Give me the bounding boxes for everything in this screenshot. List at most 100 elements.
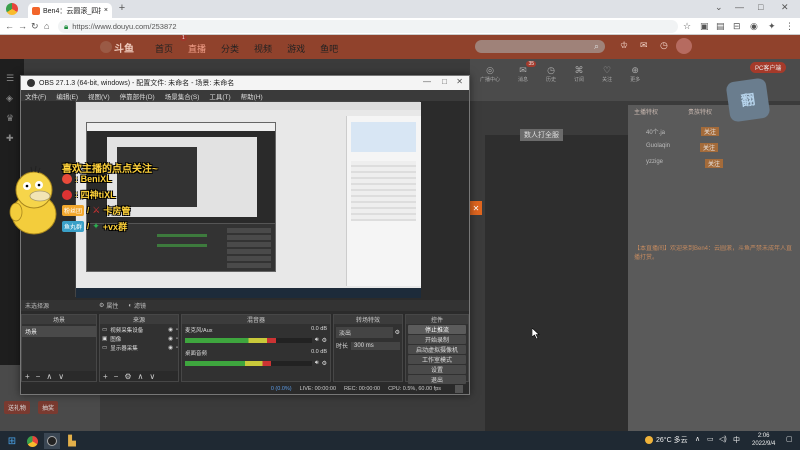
- folder-taskbar-icon[interactable]: ▙: [64, 433, 80, 449]
- extensions-icon[interactable]: ▣: [700, 21, 709, 32]
- pc-client-button[interactable]: PC客户端: [750, 62, 787, 73]
- sidebar-icon-1[interactable]: ☰: [6, 73, 14, 84]
- remove-source-icon[interactable]: −: [114, 372, 119, 381]
- source-item[interactable]: ▣ 图像 ◉ ▫: [100, 335, 178, 343]
- source-settings-icon[interactable]: ⚙: [124, 372, 131, 381]
- studio-mode-button[interactable]: 工作室模式: [408, 355, 466, 364]
- visibility-eye-icon[interactable]: ◉: [168, 345, 173, 351]
- header-icon-3[interactable]: ◷: [660, 40, 668, 51]
- menu-icon[interactable]: ⋮: [785, 21, 794, 32]
- menu-file[interactable]: 文件(F): [25, 91, 46, 101]
- sidebar-icon-3[interactable]: ♛: [6, 113, 14, 124]
- source-up-icon[interactable]: ∧: [138, 372, 144, 381]
- more[interactable]: ⊕ 更多: [630, 65, 640, 83]
- sidebar-icon-4[interactable]: ✚: [6, 133, 14, 144]
- menu-view[interactable]: 视图(V): [88, 91, 110, 101]
- home-icon[interactable]: ⌂: [44, 21, 49, 31]
- lottery-button[interactable]: 抽奖: [38, 401, 59, 414]
- chat-tab-noble-privilege[interactable]: 贵族特权: [688, 107, 712, 116]
- add-scene-icon[interactable]: +: [25, 372, 30, 381]
- new-tab-button[interactable]: +: [116, 2, 128, 14]
- profile-icon[interactable]: ◉: [750, 21, 758, 32]
- nav-home[interactable]: 首页: [155, 42, 173, 55]
- source-item[interactable]: ▭ 显示器采集 ◉ ▫: [100, 344, 178, 352]
- lock-icon[interactable]: ▫: [176, 336, 178, 342]
- virtual-camera-button[interactable]: 启动虚拟摄像机: [408, 345, 466, 354]
- menu-help[interactable]: 帮助(H): [241, 91, 263, 101]
- stream-action-button[interactable]: 数人打全服: [520, 129, 563, 141]
- speaker-icon[interactable]: 🔊︎: [315, 337, 319, 344]
- close-window-icon[interactable]: ✕: [781, 2, 789, 13]
- tab-close-icon[interactable]: ×: [104, 7, 108, 14]
- tray-chevron-icon[interactable]: ∧: [695, 435, 700, 443]
- add-source-icon[interactable]: +: [103, 372, 108, 381]
- maximize-icon[interactable]: □: [758, 2, 763, 12]
- volume-icon[interactable]: ◁): [719, 435, 727, 443]
- minimize-icon[interactable]: —: [735, 2, 744, 12]
- remove-scene-icon[interactable]: −: [36, 372, 41, 381]
- nav-live[interactable]: 直播: [188, 42, 206, 55]
- subscribe[interactable]: ⌘ 订阅: [574, 65, 584, 83]
- tab-search-icon[interactable]: ⌄: [715, 2, 723, 13]
- nav-game[interactable]: 游戏: [287, 42, 305, 55]
- menu-tools[interactable]: 工具(T): [209, 91, 230, 101]
- menu-docks[interactable]: 停靠部件(D): [120, 91, 155, 101]
- back-icon[interactable]: ←: [5, 21, 14, 31]
- settings-button[interactable]: 设置: [408, 365, 466, 374]
- visibility-eye-icon[interactable]: ◉: [168, 327, 173, 333]
- reload-icon[interactable]: ↻: [31, 21, 39, 32]
- start-recording-button[interactable]: 开始录制: [408, 335, 466, 344]
- visibility-eye-icon[interactable]: ◉: [168, 336, 173, 342]
- site-logo[interactable]: 斗鱼: [100, 39, 140, 55]
- header-icon-1[interactable]: ♔: [620, 40, 628, 51]
- nav-yuba[interactable]: 鱼吧: [320, 42, 338, 55]
- nav-category[interactable]: 分类: [221, 42, 239, 55]
- chrome-taskbar-icon[interactable]: [24, 433, 40, 449]
- duration-input[interactable]: 300 ms: [351, 341, 400, 350]
- header-icon-2[interactable]: ✉: [640, 40, 648, 51]
- properties-button[interactable]: ⚙ 属性: [99, 301, 118, 310]
- user-avatar[interactable]: [676, 38, 692, 54]
- history[interactable]: ◷ 历史: [546, 65, 556, 83]
- sidebar-toggle-icon[interactable]: ⊟: [733, 21, 741, 32]
- source-item[interactable]: ▭ 视频采集设备 ◉ ▫: [100, 326, 178, 334]
- transition-select[interactable]: 淡出: [336, 327, 393, 338]
- browser-tab[interactable]: Ben4：云圆滚_四排帮盟赛开 ×: [28, 3, 112, 18]
- source-down-icon[interactable]: ∨: [149, 372, 155, 381]
- bookmark-star-icon[interactable]: ☆: [683, 21, 691, 32]
- obs-taskbar-icon[interactable]: [44, 433, 60, 449]
- sidebar-icon-2[interactable]: ◈: [6, 93, 13, 104]
- scene-item[interactable]: 场景: [22, 326, 96, 337]
- notification-icon[interactable]: ▢: [786, 435, 793, 443]
- search-icon[interactable]: ⌕: [594, 41, 599, 52]
- extension-puzzle-icon[interactable]: ✦: [768, 21, 776, 32]
- messages[interactable]: ✉ 消息 35: [518, 61, 537, 83]
- windows-start-icon[interactable]: ⊞: [4, 433, 20, 449]
- track-gear-icon[interactable]: ⚙: [322, 337, 327, 344]
- stop-streaming-button[interactable]: 停止推流: [408, 325, 466, 334]
- url-bar[interactable]: 🔒︎ https://www.douyu.com/253872: [58, 20, 678, 33]
- obs-maximize-icon[interactable]: □: [442, 77, 447, 86]
- speaker-icon[interactable]: 🔊︎: [315, 360, 319, 367]
- broadcast-center[interactable]: ◎ 广播中心: [480, 65, 500, 83]
- lock-icon[interactable]: ▫: [176, 327, 178, 333]
- lock-icon[interactable]: ▫: [176, 345, 178, 351]
- obs-close-icon[interactable]: ✕: [456, 77, 463, 86]
- chat-tab-anchor-privilege[interactable]: 主播特权: [634, 107, 658, 116]
- transition-settings-icon[interactable]: ⚙: [395, 329, 400, 336]
- gift-button[interactable]: 送礼物: [4, 401, 31, 414]
- scene-up-icon[interactable]: ∧: [46, 372, 52, 381]
- clock[interactable]: 2:06 2022/9/4: [752, 432, 775, 448]
- forward-icon[interactable]: →: [18, 21, 27, 31]
- site-search-input[interactable]: ⌕: [475, 40, 605, 53]
- exit-button[interactable]: 退出: [408, 375, 466, 384]
- nav-video[interactable]: 视频: [254, 42, 272, 55]
- filters-button[interactable]: ◐ 滤镜: [128, 301, 146, 311]
- network-icon[interactable]: ▭: [707, 435, 714, 443]
- close-popup-icon[interactable]: ✕: [470, 201, 482, 215]
- browser-logo-icon[interactable]: [6, 3, 18, 15]
- ime-icon[interactable]: 中: [733, 435, 740, 445]
- weather-widget[interactable]: 26°C 多云: [645, 435, 688, 445]
- follow[interactable]: ♡ 关注: [602, 65, 612, 83]
- track-gear-icon[interactable]: ⚙: [322, 360, 327, 367]
